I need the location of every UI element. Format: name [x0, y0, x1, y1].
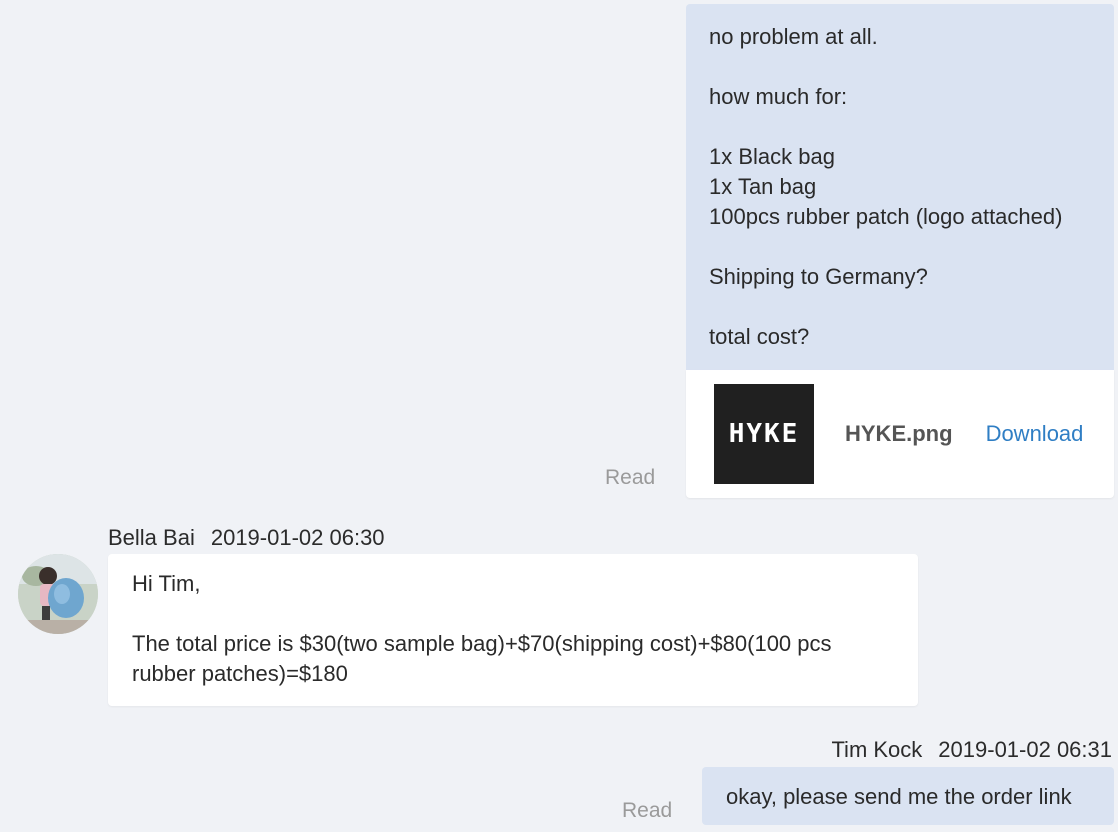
message-bubble-text: no problem at all. how much for: 1x Blac… — [686, 4, 1114, 370]
download-link[interactable]: Download — [986, 421, 1084, 447]
message-bubble-text: okay, please send me the order link — [702, 767, 1114, 825]
avatar[interactable] — [18, 554, 98, 634]
file-attachment: HYKE HYKE.png Download — [686, 370, 1114, 498]
outgoing-message: no problem at all. how much for: 1x Blac… — [686, 4, 1114, 498]
thumbnail-logo-text: HYKE — [728, 419, 800, 449]
sender-name: Tim Kock — [831, 737, 923, 762]
read-status: Read — [622, 799, 673, 822]
message-meta: Tim Kock 2019-01-02 06:31 — [831, 737, 1112, 763]
attachment-file-name: HYKE.png — [845, 421, 953, 446]
avatar-photo-icon — [18, 554, 98, 634]
chat-thread: no problem at all. how much for: 1x Blac… — [0, 0, 1118, 832]
message-meta: Bella Bai 2019-01-02 06:30 — [108, 525, 385, 551]
message-timestamp: 2019-01-02 06:31 — [938, 737, 1112, 762]
read-status: Read — [605, 466, 656, 489]
message-timestamp: 2019-01-02 06:30 — [210, 525, 385, 550]
attachment-thumbnail[interactable]: HYKE — [714, 384, 814, 484]
message-bubble-text: Hi Tim, The total price is $30(two sampl… — [108, 554, 918, 706]
sender-name: Bella Bai — [108, 525, 195, 550]
